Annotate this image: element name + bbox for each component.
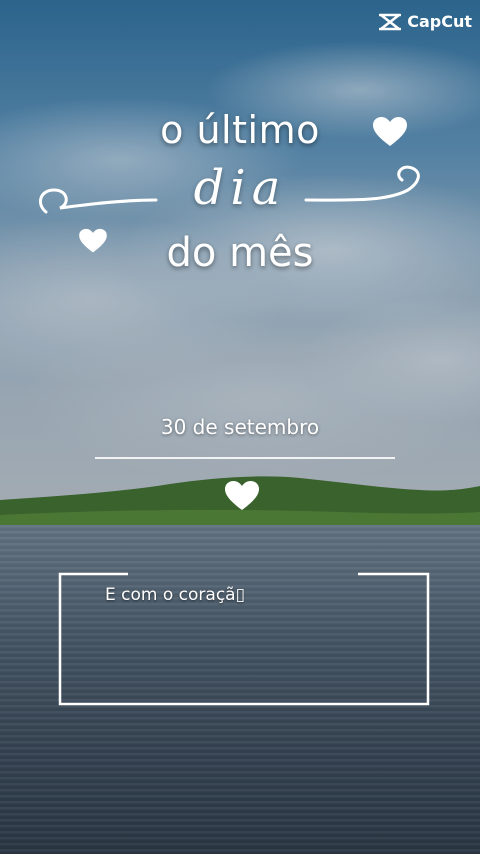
title-line-2: do mês xyxy=(166,230,314,276)
divider-line xyxy=(95,457,395,459)
heart-icon xyxy=(373,117,407,146)
heart-icon xyxy=(79,228,107,253)
caption-text: E com o coraçã▯ xyxy=(105,585,245,605)
heart-icon xyxy=(225,481,259,510)
title-script-word: dia xyxy=(193,160,287,216)
capcut-watermark: CapCut xyxy=(379,12,472,31)
capcut-logo-icon xyxy=(379,13,402,30)
brand-name: CapCut xyxy=(407,12,472,31)
date-label: 30 de setembro xyxy=(160,415,320,439)
title-line-1: o último xyxy=(160,108,320,152)
